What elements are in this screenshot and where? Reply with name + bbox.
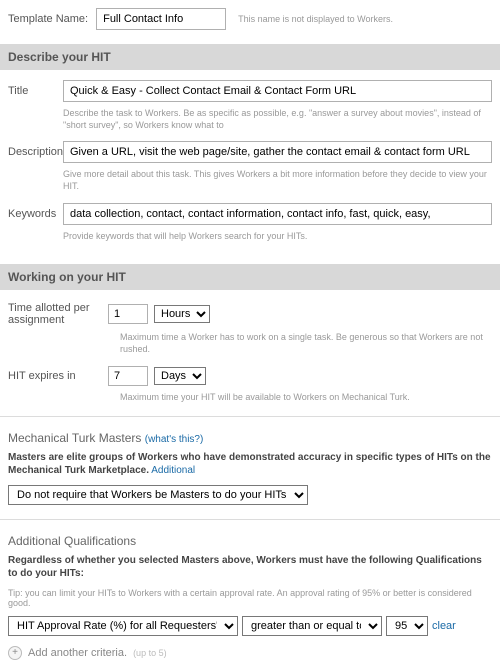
masters-desc: Masters are elite groups of Workers who …: [8, 452, 491, 476]
hit-expires-unit[interactable]: Days: [154, 367, 206, 385]
qual-op-select[interactable]: greater than or equal to: [242, 616, 382, 636]
time-allotted-hint: Maximum time a Worker has to work on a s…: [0, 330, 500, 361]
qual-val-select[interactable]: 95: [386, 616, 428, 636]
masters-additional-link[interactable]: Additional: [151, 465, 195, 476]
template-name-hint: This name is not displayed to Workers.: [226, 14, 393, 24]
template-name-input[interactable]: [96, 8, 226, 30]
hit-expires-label: HIT expires in: [8, 370, 108, 382]
time-allotted-input[interactable]: [108, 304, 148, 324]
qual-type-select[interactable]: HIT Approval Rate (%) for all Requesters…: [8, 616, 238, 636]
keywords-hint: Provide keywords that will help Workers …: [0, 229, 500, 249]
time-allotted-unit[interactable]: Hours: [154, 305, 210, 323]
section-describe-hit: Describe your HIT: [0, 44, 500, 70]
title-input[interactable]: [63, 80, 492, 102]
section-working-on-hit: Working on your HIT: [0, 264, 500, 290]
title-hint: Describe the task to Workers. Be as spec…: [0, 106, 500, 137]
description-input[interactable]: [63, 141, 492, 163]
qual-heading: Additional Qualifications: [0, 526, 500, 550]
add-criteria-link[interactable]: Add another criteria.: [28, 647, 127, 659]
time-allotted-label: Time allotted per assignment: [8, 302, 108, 326]
keywords-label: Keywords: [8, 208, 63, 220]
hit-expires-input[interactable]: [108, 366, 148, 386]
masters-whats-this-link[interactable]: (what's this?): [145, 434, 204, 445]
description-label: Description: [8, 146, 63, 158]
masters-heading: Mechanical Turk Masters: [8, 431, 141, 445]
qual-desc: Regardless of whether you selected Maste…: [8, 555, 482, 579]
plus-icon[interactable]: +: [8, 646, 22, 660]
template-name-label: Template Name:: [8, 13, 96, 25]
description-hint: Give more detail about this task. This g…: [0, 167, 500, 198]
qual-tip: Tip: you can limit your HITs to Workers …: [0, 584, 500, 612]
keywords-input[interactable]: [63, 203, 492, 225]
title-label: Title: [8, 85, 63, 97]
add-criteria-hint: (up to 5): [127, 648, 167, 658]
qual-clear-link[interactable]: clear: [432, 620, 456, 632]
hit-expires-hint: Maximum time your HIT will be available …: [0, 390, 500, 410]
